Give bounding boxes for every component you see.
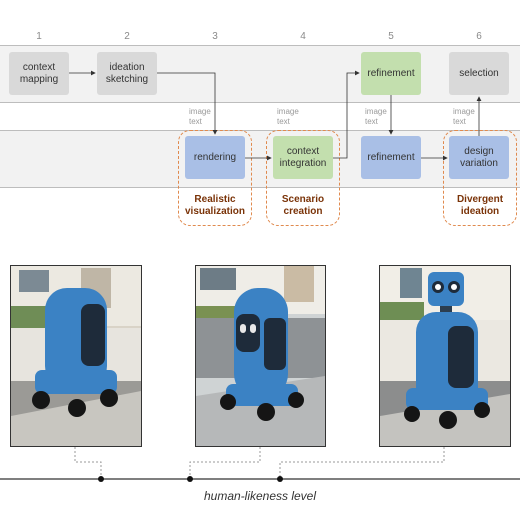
connector-image-1 bbox=[74, 447, 102, 478]
human-likeness-axis bbox=[0, 447, 520, 482]
axis-label: human-likeness level bbox=[203, 489, 317, 503]
axis-marker-2 bbox=[187, 476, 193, 482]
axis-marker-3 bbox=[277, 476, 283, 482]
connector-image-2 bbox=[189, 447, 261, 478]
axis-marker-1 bbox=[98, 476, 104, 482]
connector-image-3 bbox=[279, 447, 445, 478]
